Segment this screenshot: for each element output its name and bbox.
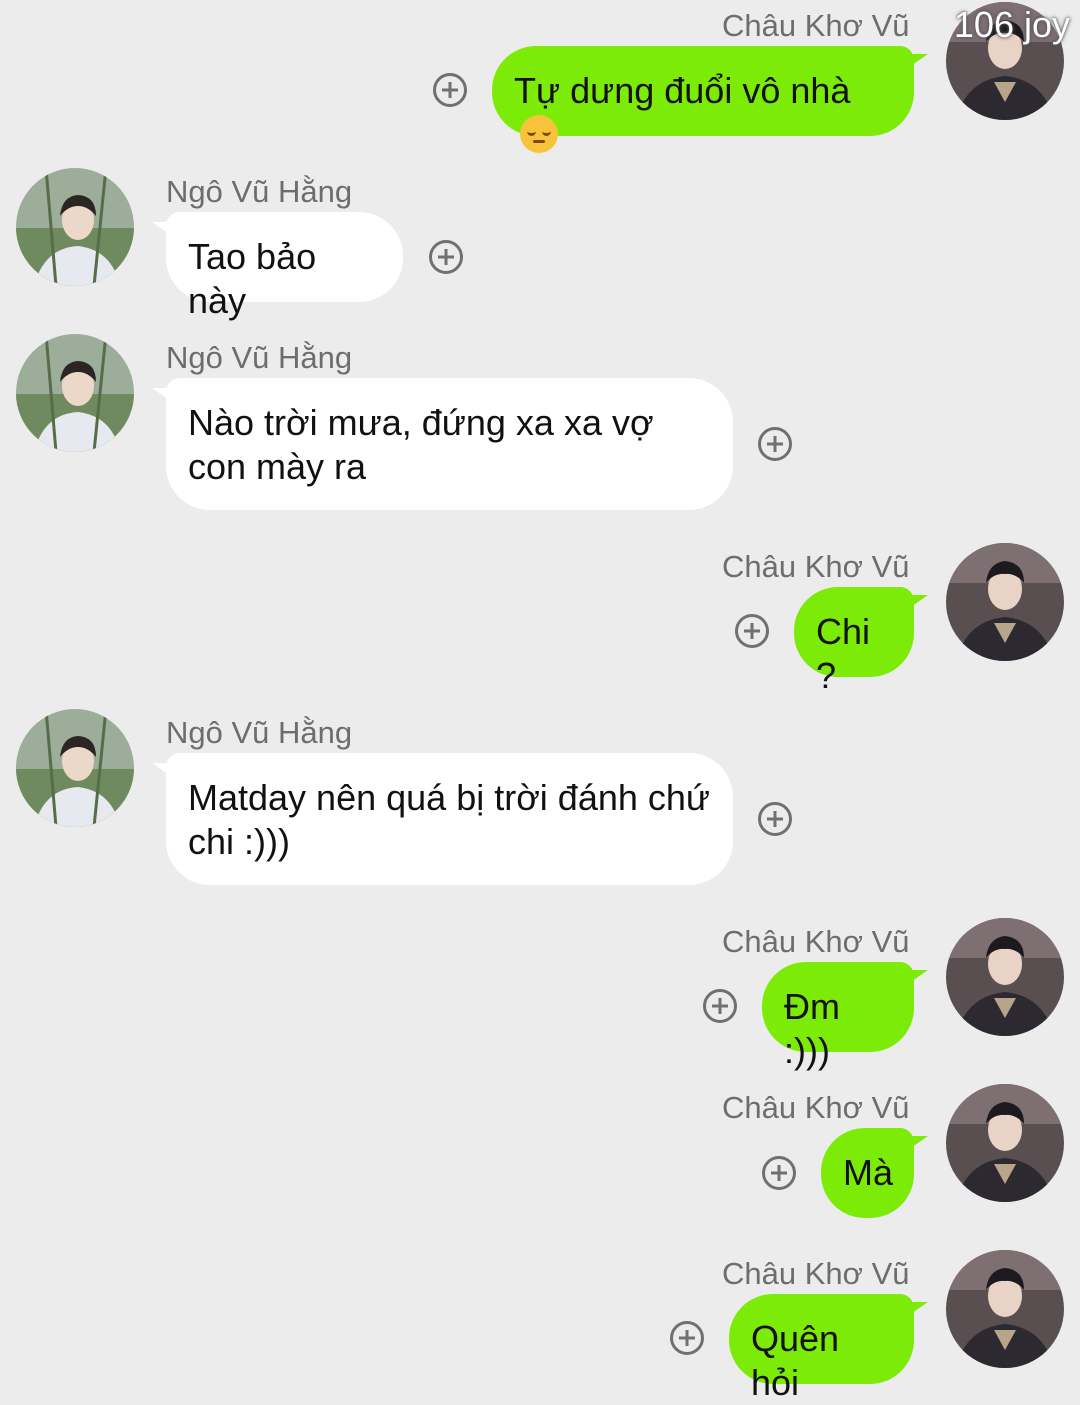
avatar[interactable] [946, 918, 1064, 1036]
sender-name: Châu Khơ Vũ [722, 924, 910, 959]
sender-name: Châu Khơ Vũ [722, 1256, 910, 1291]
sender-name: Châu Khơ Vũ [722, 1090, 910, 1125]
avatar[interactable] [16, 168, 134, 286]
message-text: Mà [843, 1152, 894, 1193]
add-reaction-icon[interactable] [758, 802, 792, 836]
message-bubble[interactable]: Chi ? [794, 587, 928, 696]
add-reaction-icon[interactable] [670, 1321, 704, 1355]
sender-name: Ngô Vũ Hằng [166, 174, 353, 209]
sender-name: Châu Khơ Vũ [722, 549, 910, 584]
add-reaction-icon[interactable] [758, 427, 792, 461]
add-reaction-icon[interactable] [735, 614, 769, 648]
relieved-face-icon [520, 115, 558, 153]
avatar[interactable] [16, 334, 134, 452]
message-bubble[interactable]: Mà [821, 1128, 928, 1218]
avatar[interactable] [946, 543, 1064, 661]
message-text: Nào trời mưa, đứng xa xa vợ con mày ra [188, 402, 654, 487]
avatar[interactable] [16, 709, 134, 827]
add-reaction-icon[interactable] [762, 1156, 796, 1190]
watermark-text: 106 joy [953, 4, 1070, 45]
message-bubble[interactable]: Nào trời mưa, đứng xa xa vợ con mày ra [152, 378, 733, 510]
message-text: Tự dưng đuổi vô nhà [514, 70, 851, 111]
avatar[interactable] [946, 1084, 1064, 1202]
message-text: Chi ? [816, 611, 871, 696]
message-text: Đm :))) [784, 986, 840, 1071]
message-bubble[interactable]: Matday nên quá bị trời đánh chứ chi :))) [152, 753, 733, 885]
sender-name: Ngô Vũ Hằng [166, 715, 353, 750]
add-reaction-icon[interactable] [429, 240, 463, 274]
add-reaction-icon[interactable] [703, 989, 737, 1023]
sender-name: Châu Khơ Vũ [722, 8, 910, 43]
message-text: Matday nên quá bị trời đánh chứ chi :))) [188, 777, 711, 862]
message-bubble[interactable]: Đm :))) [762, 962, 928, 1071]
message-bubble[interactable]: Tự dưng đuổi vô nhà [492, 46, 928, 153]
message-bubble[interactable]: Quên hỏi [729, 1294, 928, 1403]
add-reaction-icon[interactable] [433, 73, 467, 107]
avatar[interactable] [946, 1250, 1064, 1368]
message-text: Quên hỏi [751, 1318, 840, 1403]
sender-name: Ngô Vũ Hằng [166, 340, 353, 375]
message-text: Tao bảo này [188, 236, 317, 321]
message-bubble[interactable]: Tao bảo này [152, 212, 403, 321]
